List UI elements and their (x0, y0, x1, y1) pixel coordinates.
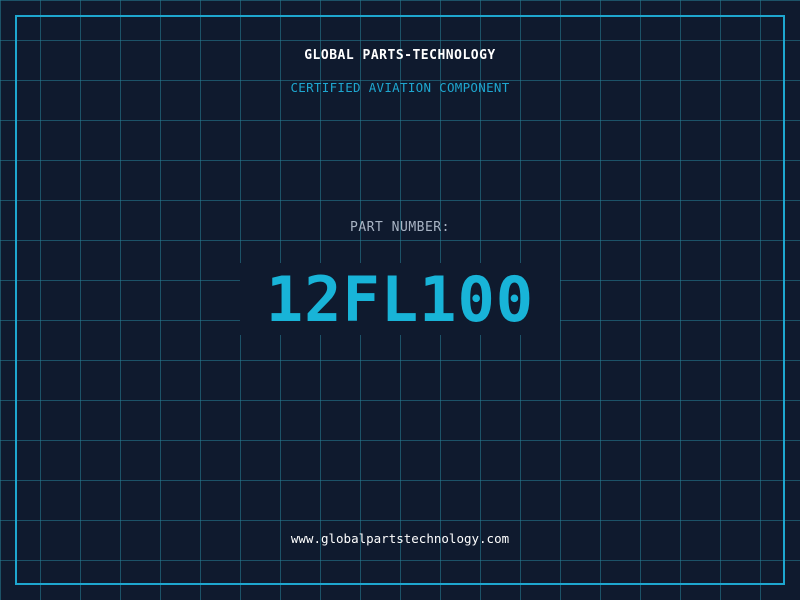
part-number-label: PART NUMBER: (350, 220, 450, 235)
company-name: GLOBAL PARTS-TECHNOLOGY (304, 48, 496, 63)
website-url: www.globalpartstechnology.com (290, 531, 510, 546)
part-number-value: 12FL100 (265, 263, 535, 336)
component-subtitle: CERTIFIED AVIATION COMPONENT (290, 80, 510, 95)
label-canvas: GLOBAL PARTS-TECHNOLOGY CERTIFIED AVIATI… (0, 0, 800, 600)
